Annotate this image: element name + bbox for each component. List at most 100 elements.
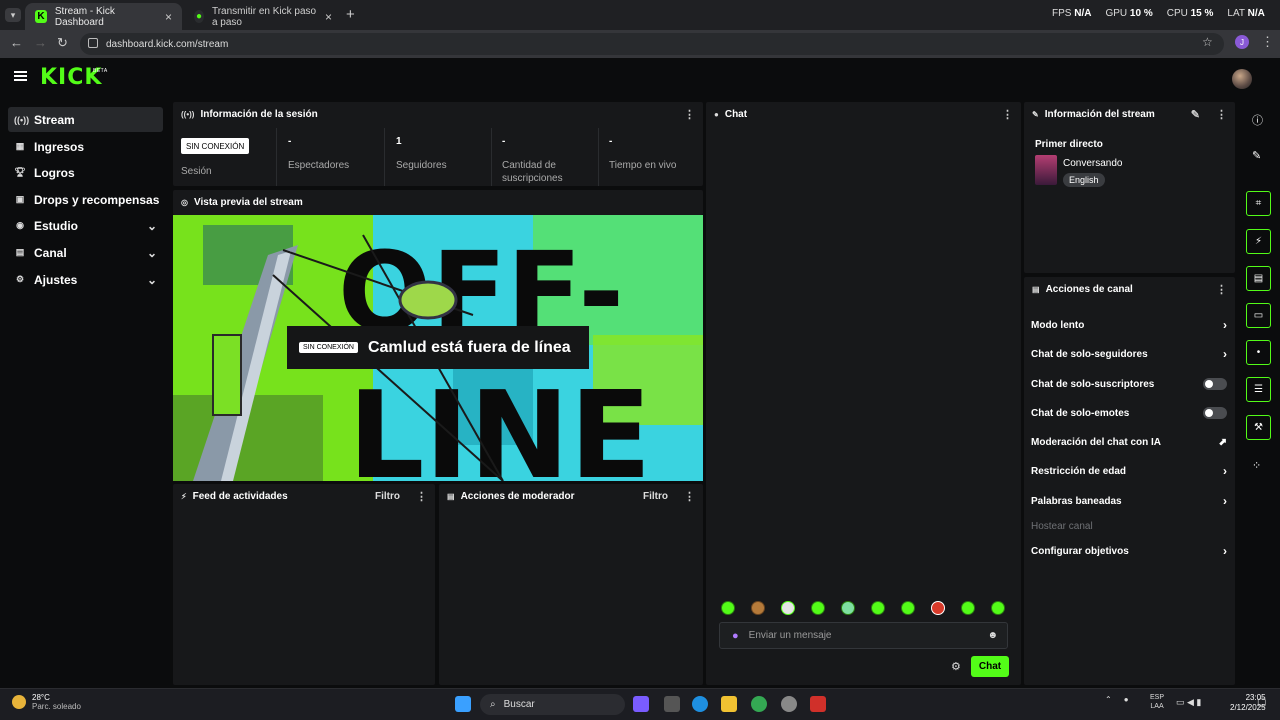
sidebar-item-label: Canal xyxy=(34,245,67,260)
action-ai-moderation[interactable]: Moderación del chat con IA ⬈ xyxy=(1031,432,1227,452)
wrench-icon[interactable]: ⚒ xyxy=(1246,415,1271,440)
scan-icon[interactable]: ⌗ xyxy=(1246,191,1271,216)
browser-menu-icon[interactable]: ⋮ xyxy=(1261,34,1274,50)
tab-search-icon[interactable]: ▾ xyxy=(5,8,21,22)
emotes-only-toggle[interactable] xyxy=(1203,407,1227,419)
send-chat-button[interactable]: Chat xyxy=(971,656,1009,677)
divider xyxy=(276,128,277,186)
offline-overlay: SIN CONEXIÓN Camlud está fuera de línea xyxy=(287,326,589,369)
back-icon[interactable]: ← xyxy=(10,35,23,50)
hamburger-menu-icon[interactable] xyxy=(14,71,27,81)
emote-icon[interactable] xyxy=(991,601,1005,615)
emote-icon[interactable] xyxy=(811,601,825,615)
windows-start-icon[interactable] xyxy=(455,696,471,712)
chevron-up-icon[interactable]: ⌃ xyxy=(1105,695,1112,704)
gear-icon: ⚙ xyxy=(15,274,25,284)
action-banned-words[interactable]: Palabras baneadas › xyxy=(1031,491,1227,511)
cpu-value: 15 % xyxy=(1190,8,1214,19)
tab-kick-dashboard[interactable]: K Stream - Kick Dashboard × xyxy=(25,3,182,30)
pencil-icon[interactable]: ✎ xyxy=(1252,149,1261,162)
document-icon[interactable]: ▤ xyxy=(1246,266,1271,291)
sidebar-item-estudio[interactable]: ◉ Estudio ⌄ xyxy=(8,213,163,238)
list-icon[interactable]: ☰ xyxy=(1246,377,1271,402)
reload-icon[interactable]: ↻ xyxy=(57,35,68,51)
edit-icon[interactable]: ✎ xyxy=(1191,108,1200,121)
emote-icon[interactable] xyxy=(961,601,975,615)
sidebar-item-label: Stream xyxy=(34,112,75,127)
weather-widget[interactable]: 28°C Parc. soleado xyxy=(12,693,81,711)
sidebar-item-label: Estudio xyxy=(34,218,78,233)
action-subscribers-only: Chat de solo-suscriptores xyxy=(1031,374,1227,394)
sidebar-item-canal[interactable]: ▤ Canal ⌄ xyxy=(8,240,163,265)
emote-icon[interactable] xyxy=(871,601,885,615)
app-icon[interactable] xyxy=(810,696,826,712)
emote-icon[interactable] xyxy=(931,601,945,615)
emote-icon[interactable] xyxy=(841,601,855,615)
performance-overlay: FPS N/A GPU 10 % CPU 15 % LAT N/A xyxy=(1052,8,1265,19)
emote-icon[interactable] xyxy=(751,601,765,615)
chat-message-input[interactable]: ● Enviar un mensaje ☻ xyxy=(719,622,1008,649)
profile-avatar[interactable]: J xyxy=(1235,35,1249,49)
site-info-icon[interactable] xyxy=(88,38,98,48)
emoji-icon[interactable]: ☻ xyxy=(987,630,998,641)
bookmark-star-icon[interactable]: ☆ xyxy=(1202,35,1213,49)
microphone-icon[interactable]: ● xyxy=(732,630,739,642)
more-options-icon[interactable]: ⋮ xyxy=(1216,283,1227,296)
microphone-icon[interactable]: ● xyxy=(1124,695,1129,704)
sidebar-item-logros[interactable]: 🏆︎ Logros xyxy=(8,160,163,185)
category-name[interactable]: Conversando xyxy=(1063,158,1122,169)
chat-settings-gear-icon[interactable]: ⚙ xyxy=(951,660,961,673)
edge-icon[interactable] xyxy=(692,696,708,712)
more-options-icon[interactable]: ⋮ xyxy=(416,490,427,503)
sidebar-item-drops[interactable]: ▣ Drops y recompensas xyxy=(8,187,163,212)
network-volume-icons[interactable]: ▭ ◀ ▮ xyxy=(1176,697,1201,708)
close-tab-icon[interactable]: × xyxy=(165,10,172,24)
bolt-icon[interactable]: ⚡︎ xyxy=(1246,229,1271,254)
filter-button[interactable]: Filtro xyxy=(375,491,400,502)
close-tab-icon[interactable]: × xyxy=(325,10,332,24)
action-slow-mode[interactable]: Modo lento › xyxy=(1031,315,1227,335)
stat-live-time: - Tiempo en vivo xyxy=(609,136,676,172)
sidebar-item-ajustes[interactable]: ⚙ Ajustes ⌄ xyxy=(8,267,163,292)
panel-title: Chat xyxy=(724,108,748,120)
stat-label: Tiempo en vivo xyxy=(609,160,677,171)
filter-button[interactable]: Filtro xyxy=(643,491,668,502)
cpu-label: CPU xyxy=(1166,8,1188,19)
taskbar-search[interactable]: ⌕ Buscar xyxy=(480,694,625,715)
action-configure-goals[interactable]: Configurar objetivos › xyxy=(1031,541,1227,561)
action-age-restriction[interactable]: Restricción de edad › xyxy=(1031,461,1227,481)
language-tag: English xyxy=(1063,173,1105,187)
more-options-icon[interactable]: ⋮ xyxy=(1216,108,1227,121)
more-options-icon[interactable]: ⋮ xyxy=(1002,108,1013,121)
emote-icon[interactable] xyxy=(901,601,915,615)
shield-icon: ▤ xyxy=(447,491,455,501)
tab-transmitir[interactable]: ● Transmitir en Kick paso a paso × xyxy=(184,3,342,30)
chrome-icon[interactable] xyxy=(751,696,767,712)
user-avatar[interactable] xyxy=(1232,69,1252,89)
sidebar-item-label: Drops y recompensas xyxy=(34,192,160,207)
language-indicator[interactable]: ESP LAA xyxy=(1150,693,1164,711)
task-view-icon[interactable] xyxy=(664,696,680,712)
more-options-icon[interactable]: ⋮ xyxy=(684,108,695,121)
obs-icon[interactable] xyxy=(781,696,797,712)
sidebar-item-ingresos[interactable]: ▦ Ingresos xyxy=(8,134,163,159)
more-options-icon[interactable]: ⋮ xyxy=(684,490,695,503)
emote-icon[interactable] xyxy=(781,601,795,615)
action-followers-only[interactable]: Chat de solo-seguidores › xyxy=(1031,344,1227,364)
emote-icon[interactable] xyxy=(721,601,735,615)
stream-title: Primer directo xyxy=(1035,139,1103,150)
info-icon[interactable]: ⓘ xyxy=(1252,112,1263,128)
broadcast-icon[interactable]: • xyxy=(1246,340,1271,365)
panel-title: Vista previa del stream xyxy=(193,196,303,208)
address-bar[interactable]: dashboard.kick.com/stream xyxy=(80,33,1224,55)
chat-icon[interactable]: ▭ xyxy=(1246,303,1271,328)
new-tab-icon[interactable]: + xyxy=(346,6,355,23)
file-explorer-icon[interactable] xyxy=(721,696,737,712)
stat-label: Sesión xyxy=(181,166,212,177)
copilot-icon[interactable] xyxy=(633,696,649,712)
notifications-icon[interactable]: ▢ xyxy=(1257,697,1266,708)
widgets-icon[interactable]: ⁘ xyxy=(1252,459,1261,472)
forward-icon[interactable]: → xyxy=(34,35,47,50)
subscribers-only-toggle[interactable] xyxy=(1203,378,1227,390)
sidebar-item-stream[interactable]: ((•)) Stream xyxy=(8,107,163,132)
